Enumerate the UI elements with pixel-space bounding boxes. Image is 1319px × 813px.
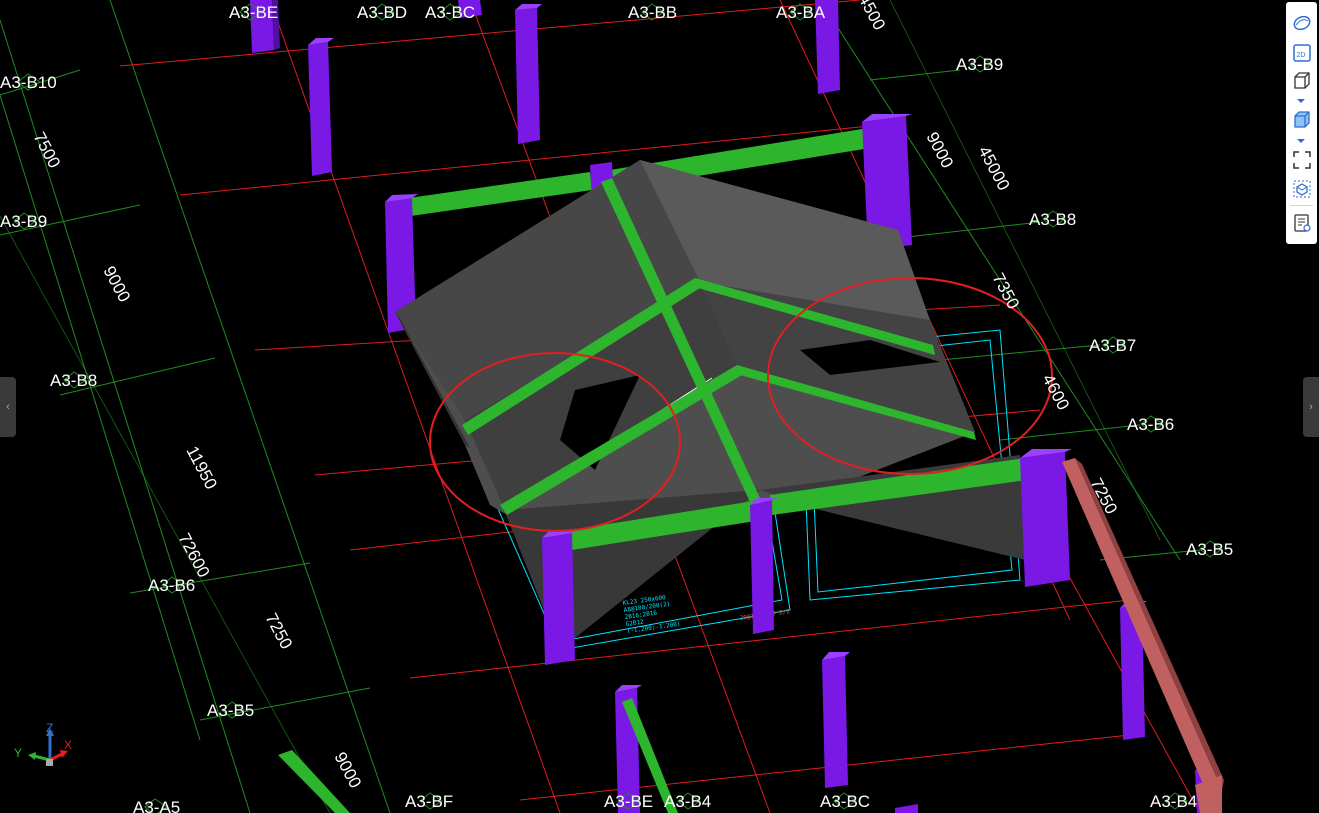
perspective-view-button[interactable] [1290, 11, 1314, 35]
3d-solid-view-button[interactable] [1290, 108, 1314, 132]
grid-label: A3-BB [628, 3, 677, 22]
grid-label: A3-BA [776, 3, 826, 22]
axis-label-y: Y [14, 746, 22, 760]
cube-outline-icon [1294, 72, 1310, 89]
model-scene: KL23 250x600 A8@100/200(2) 2B16;2B16 G2B… [0, 0, 1233, 813]
cube-solid-icon [1294, 111, 1310, 128]
dimension-label: 45000 [974, 143, 1013, 194]
dimension-label: 9000 [922, 129, 957, 171]
grid-label: A3-BC [820, 792, 870, 811]
dimension-label: 7500 [29, 129, 64, 171]
dimension-label: 9000 [330, 749, 365, 791]
dimension-label: 7350 [988, 270, 1023, 312]
right-panel-toggle[interactable]: › [1303, 377, 1319, 437]
fit-view-button[interactable] [1290, 148, 1314, 172]
chevron-right-icon: › [1309, 401, 1313, 413]
column [1020, 449, 1072, 587]
column [308, 38, 334, 176]
dimension-label: 7250 [261, 610, 296, 652]
3d-wireframe-view-button[interactable] [1290, 69, 1314, 93]
view-mode-dropdown-caret[interactable] [1297, 99, 1305, 103]
axis-label-z: Z [46, 722, 53, 735]
left-panel-toggle[interactable]: ‹ [0, 377, 16, 437]
grid-label: A3-B8 [1029, 210, 1076, 229]
grid-label: A3-B5 [1186, 540, 1233, 559]
properties-icon [1294, 214, 1311, 232]
grid-label: A3-B9 [0, 212, 47, 231]
column [895, 804, 918, 813]
dimension-label: 4500 [854, 0, 889, 33]
section-box-button[interactable] [1290, 177, 1314, 201]
2d-icon: 2D [1293, 44, 1311, 62]
grid-label: A3-BC [425, 3, 475, 22]
axis-triad-icon: Z X Y [14, 722, 72, 766]
section-box-icon [1293, 180, 1311, 198]
grid-label: A3-B10 [0, 73, 57, 92]
view-toolbar: 2D [1286, 2, 1317, 244]
perspective-icon [1293, 15, 1311, 31]
grid-label: A3-BF [405, 792, 453, 811]
axis-label-x: X [64, 738, 72, 752]
dimension-label: 9000 [99, 263, 134, 305]
grid-label: A3-BE [604, 792, 653, 811]
fullscreen-icon [1293, 151, 1311, 169]
grid-label: A3-B7 [1089, 336, 1136, 355]
ramp-beam [1062, 458, 1224, 813]
grid-label: A3-B6 [148, 576, 195, 595]
grid-label: A3-B8 [50, 371, 97, 390]
grid-label: A3-B4 [1150, 792, 1197, 811]
svg-text:2D: 2D [1297, 52, 1306, 59]
chevron-left-icon: ‹ [6, 401, 10, 413]
render-mode-dropdown-caret[interactable] [1297, 139, 1305, 143]
grid-label: A3-B5 [207, 701, 254, 720]
toolbar-divider [1290, 205, 1313, 206]
column [822, 652, 850, 788]
grid-label: A3-B9 [956, 55, 1003, 74]
grid-label: A3-A5 [133, 798, 180, 813]
grid-label: A3-B6 [1127, 415, 1174, 434]
dimension-label: 72600 [174, 530, 213, 581]
grid-label: A3-BE [229, 3, 278, 22]
grid-label: A3-BD [357, 3, 407, 22]
2d-view-button[interactable]: 2D [1290, 41, 1314, 65]
column [515, 4, 542, 144]
dimension-label: 11950 [182, 443, 220, 493]
grid-label: A3-B4 [664, 792, 711, 811]
properties-panel-button[interactable] [1290, 211, 1314, 235]
3d-model-viewport[interactable]: KL23 250x600 A8@100/200(2) 2B16;2B16 G2B… [0, 0, 1319, 813]
